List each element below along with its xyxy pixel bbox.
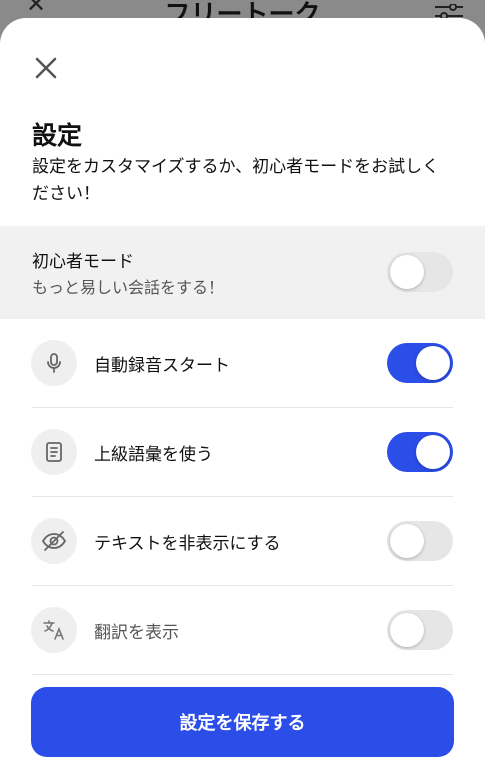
close-button[interactable] xyxy=(30,52,62,84)
divider xyxy=(32,674,453,675)
close-icon xyxy=(35,57,57,79)
beginner-mode-row: 初心者モード もっと易しい会話をする！ xyxy=(0,226,485,319)
beginner-mode-subtitle: もっと易しい会話をする！ xyxy=(32,278,225,297)
setting-row-hide-text: テキストを非表示にする xyxy=(0,497,485,586)
beginner-mode-title: 初心者モード xyxy=(32,252,134,272)
sheet-title: 設定 xyxy=(32,121,83,150)
toggle-knob xyxy=(390,613,424,647)
save-settings-button[interactable]: 設定を保存する xyxy=(31,687,454,757)
auto-record-toggle[interactable] xyxy=(387,343,453,383)
toggle-knob xyxy=(416,435,450,469)
toggle-knob xyxy=(416,346,450,380)
hide-text-toggle[interactable] xyxy=(387,521,453,561)
icon-circle xyxy=(31,607,77,653)
toggle-knob xyxy=(390,255,424,289)
setting-label: 上級語彙を使う xyxy=(94,445,213,465)
icon-circle xyxy=(31,429,77,475)
setting-row-auto-record: 自動録音スタート xyxy=(0,319,485,408)
setting-row-show-translation: 翻訳を表示 xyxy=(0,586,485,675)
microphone-icon xyxy=(47,353,61,373)
advanced-vocab-toggle[interactable] xyxy=(387,432,453,472)
book-icon xyxy=(46,442,62,462)
toggle-knob xyxy=(390,524,424,558)
setting-label: 翻訳を表示 xyxy=(94,623,179,643)
setting-label: 自動録音スタート xyxy=(94,356,230,376)
beginner-mode-toggle[interactable] xyxy=(387,252,453,292)
settings-sheet: 設定 設定をカスタマイズするか、初心者モードをお試しください！ 初心者モード も… xyxy=(0,18,485,778)
eye-off-icon xyxy=(41,531,67,551)
sheet-description: 設定をカスタマイズするか、初心者モードをお試しください！ xyxy=(32,157,440,204)
show-translation-toggle[interactable] xyxy=(387,610,453,650)
icon-circle xyxy=(31,340,77,386)
setting-row-advanced-vocab: 上級語彙を使う xyxy=(0,408,485,497)
translate-icon xyxy=(43,620,64,640)
icon-circle xyxy=(31,518,77,564)
setting-label: テキストを非表示にする xyxy=(94,534,281,554)
